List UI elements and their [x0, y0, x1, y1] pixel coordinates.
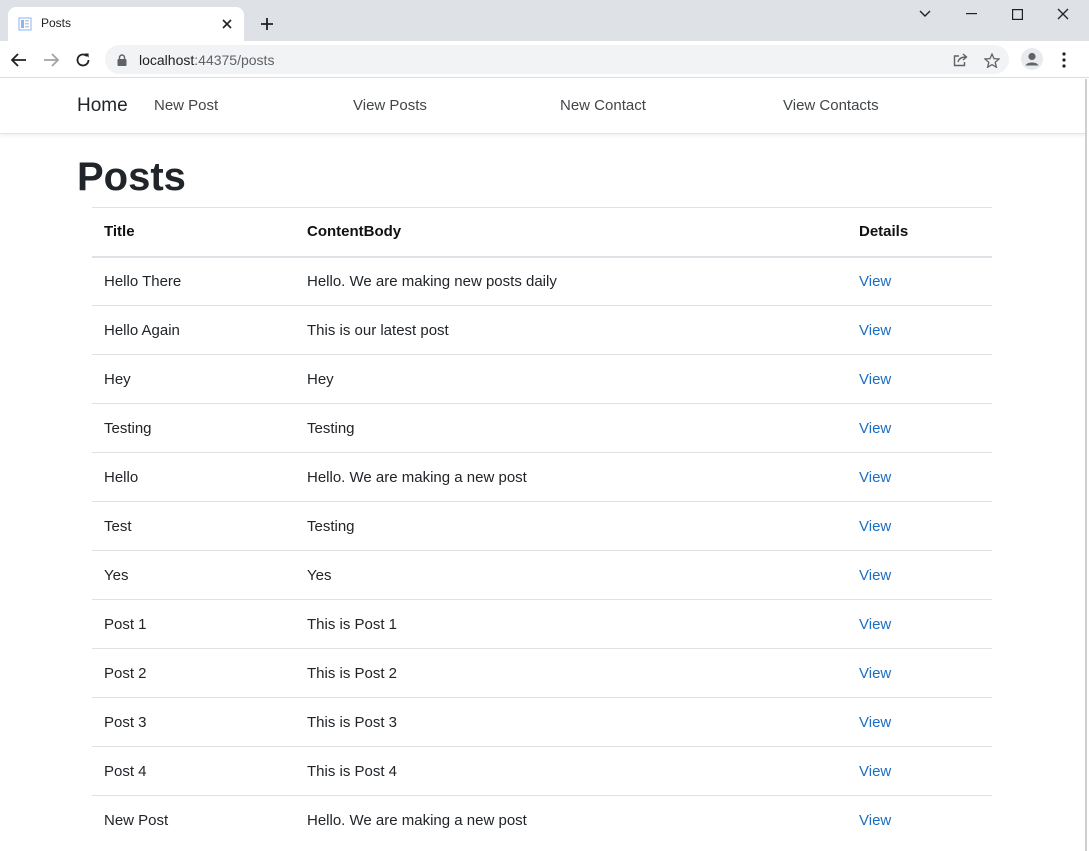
table-row: Post 2 This is Post 2 View — [92, 648, 992, 698]
view-details-link[interactable]: View — [859, 420, 891, 437]
cell-title: Hello — [92, 452, 295, 502]
column-header-details: Details — [847, 207, 992, 258]
view-details-link[interactable]: View — [859, 273, 891, 290]
cell-details: View — [847, 256, 992, 306]
url-text[interactable]: localhost:44375/posts — [139, 52, 274, 68]
cell-details: View — [847, 795, 992, 845]
nav-brand-home[interactable]: Home — [77, 95, 128, 117]
cell-contentbody: Yes — [295, 550, 847, 600]
column-header-title: Title — [92, 207, 295, 258]
cell-title: Hey — [92, 354, 295, 404]
cell-details: View — [847, 648, 992, 698]
posts-table: Title ContentBody Details Hello There Hel… — [92, 207, 992, 845]
cell-details: View — [847, 452, 992, 502]
maximize-icon[interactable] — [994, 0, 1040, 28]
lock-icon[interactable] — [117, 53, 127, 71]
table-row: Testing Testing View — [92, 403, 992, 453]
cell-details: View — [847, 305, 992, 355]
cell-details: View — [847, 550, 992, 600]
page-viewport: Home New Post View Posts New Contact Vie… — [0, 79, 1087, 851]
browser-toolbar: localhost:44375/posts — [0, 41, 1089, 78]
tab-title: Posts — [41, 16, 72, 30]
back-arrow-icon[interactable] — [6, 47, 32, 73]
nav-link-view-contacts[interactable]: View Contacts — [783, 97, 879, 114]
cell-contentbody: Hello. We are making a new post — [295, 452, 847, 502]
view-details-link[interactable]: View — [859, 371, 891, 388]
view-details-link[interactable]: View — [859, 763, 891, 780]
address-bar[interactable]: localhost:44375/posts — [105, 45, 1009, 74]
page-title: Posts — [77, 155, 186, 199]
browser-tabstrip: Posts — [0, 0, 1089, 41]
cell-contentbody: Hello. We are making a new post — [295, 795, 847, 845]
cell-contentbody: Hey — [295, 354, 847, 404]
cell-title: Testing — [92, 403, 295, 453]
minimize-icon[interactable] — [948, 0, 994, 28]
forward-arrow-icon[interactable] — [38, 47, 64, 73]
table-row: New Post Hello. We are making a new post V… — [92, 795, 992, 845]
cell-details: View — [847, 697, 992, 747]
url-path: :44375/posts — [194, 52, 275, 68]
table-row: Test Testing View — [92, 501, 992, 551]
nav-link-new-post[interactable]: New Post — [154, 97, 218, 114]
cell-title: Yes — [92, 550, 295, 600]
url-host: localhost — [139, 52, 195, 68]
cell-title: Hello There — [92, 256, 295, 306]
cell-title: New Post — [92, 795, 295, 845]
column-header-contentbody: ContentBody — [295, 207, 847, 258]
cell-title: Post 3 — [92, 697, 295, 747]
cell-contentbody: This is Post 1 — [295, 599, 847, 649]
page-favicon-icon — [18, 17, 32, 31]
tab-close-icon[interactable] — [218, 15, 236, 33]
profile-avatar-icon[interactable] — [1019, 46, 1045, 72]
bookmark-star-icon[interactable] — [981, 49, 1003, 71]
cell-contentbody: This is Post 3 — [295, 697, 847, 747]
cell-details: View — [847, 599, 992, 649]
cell-details: View — [847, 403, 992, 453]
cell-contentbody: This is our latest post — [295, 305, 847, 355]
cell-details: View — [847, 746, 992, 796]
table-row: Post 4 This is Post 4 View — [92, 746, 992, 796]
view-details-link[interactable]: View — [859, 812, 891, 829]
cell-contentbody: Testing — [295, 403, 847, 453]
cell-title: Post 4 — [92, 746, 295, 796]
site-navbar: Home New Post View Posts New Contact Vie… — [0, 79, 1085, 134]
tab-search-chevron-icon[interactable] — [902, 0, 948, 28]
window-close-icon[interactable] — [1040, 0, 1086, 28]
table-row: Post 1 This is Post 1 View — [92, 599, 992, 649]
view-details-link[interactable]: View — [859, 616, 891, 633]
table-row: Post 3 This is Post 3 View — [92, 697, 992, 747]
cell-contentbody: This is Post 4 — [295, 746, 847, 796]
view-details-link[interactable]: View — [859, 322, 891, 339]
cell-title: Test — [92, 501, 295, 551]
nav-link-view-posts[interactable]: View Posts — [353, 97, 427, 114]
table-row: Yes Yes View — [92, 550, 992, 600]
view-details-link[interactable]: View — [859, 469, 891, 486]
share-icon[interactable] — [949, 49, 971, 71]
table-row: Hello Hello. We are making a new post View — [92, 452, 992, 502]
view-details-link[interactable]: View — [859, 518, 891, 535]
table-row: Hey Hey View — [92, 354, 992, 404]
cell-details: View — [847, 354, 992, 404]
cell-contentbody: Testing — [295, 501, 847, 551]
cell-title: Hello Again — [92, 305, 295, 355]
cell-title: Post 1 — [92, 599, 295, 649]
table-header-row: Title ContentBody Details — [92, 207, 992, 258]
view-details-link[interactable]: View — [859, 567, 891, 584]
cell-contentbody: Hello. We are making new posts daily — [295, 256, 847, 306]
table-row: Hello Again This is our latest post View — [92, 305, 992, 355]
view-details-link[interactable]: View — [859, 714, 891, 731]
view-details-link[interactable]: View — [859, 665, 891, 682]
new-tab-icon[interactable] — [255, 12, 279, 36]
cell-title: Post 2 — [92, 648, 295, 698]
table-row: Hello There Hello. We are making new post… — [92, 256, 992, 306]
browser-menu-icon[interactable] — [1053, 47, 1075, 73]
browser-tab[interactable]: Posts — [8, 7, 244, 41]
reload-icon[interactable] — [70, 47, 96, 73]
cell-contentbody: This is Post 2 — [295, 648, 847, 698]
nav-link-new-contact[interactable]: New Contact — [560, 97, 646, 114]
cell-details: View — [847, 501, 992, 551]
